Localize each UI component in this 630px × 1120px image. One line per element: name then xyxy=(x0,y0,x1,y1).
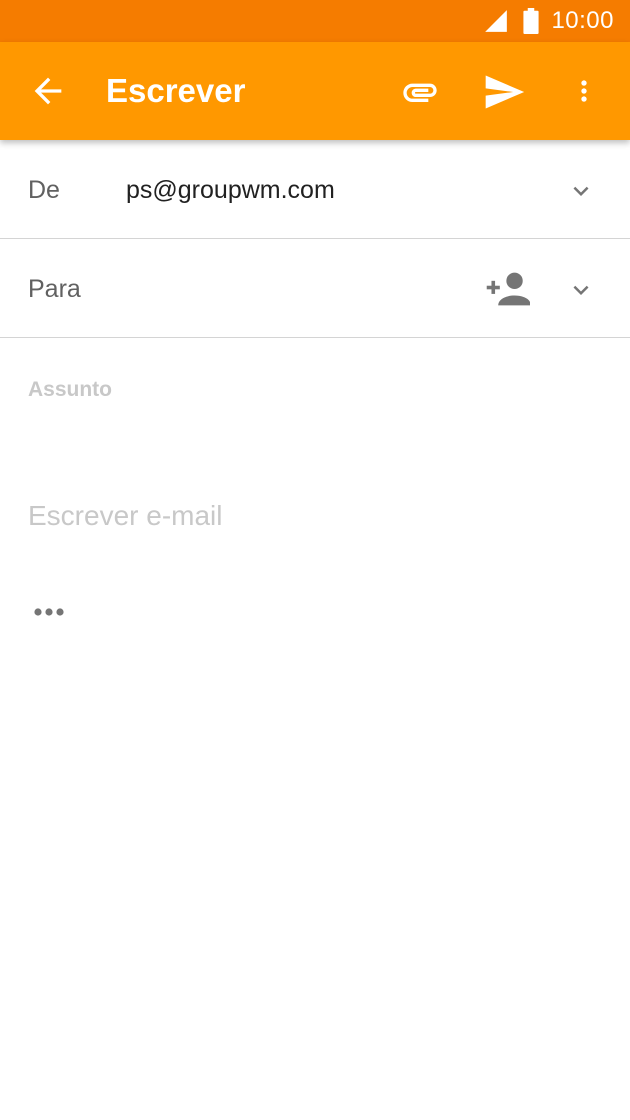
more-vert-icon[interactable] xyxy=(568,69,600,113)
to-input[interactable] xyxy=(120,261,460,317)
to-row[interactable]: Para xyxy=(0,239,630,338)
to-label: Para xyxy=(28,275,81,303)
app-bar: Escrever xyxy=(0,42,630,140)
from-row[interactable]: De ps@groupwm.com xyxy=(0,140,630,239)
add-person-icon[interactable] xyxy=(486,271,530,307)
send-icon[interactable] xyxy=(482,70,526,114)
status-time: 10:00 xyxy=(551,7,614,34)
page-title: Escrever xyxy=(106,72,246,109)
subject-field[interactable]: Assunto xyxy=(28,378,608,408)
more-horiz-icon[interactable] xyxy=(32,602,68,622)
attachment-icon[interactable] xyxy=(398,72,442,112)
battery-icon xyxy=(523,8,540,34)
signal-icon xyxy=(485,10,508,32)
body-field[interactable]: Escrever e-mail xyxy=(28,500,608,540)
back-arrow-icon[interactable] xyxy=(28,71,68,111)
from-address[interactable]: ps@groupwm.com xyxy=(126,176,335,205)
from-label: De xyxy=(28,176,60,204)
chevron-down-icon[interactable] xyxy=(566,275,596,305)
chevron-down-icon[interactable] xyxy=(566,176,596,206)
status-bar: 10:00 xyxy=(0,0,630,42)
